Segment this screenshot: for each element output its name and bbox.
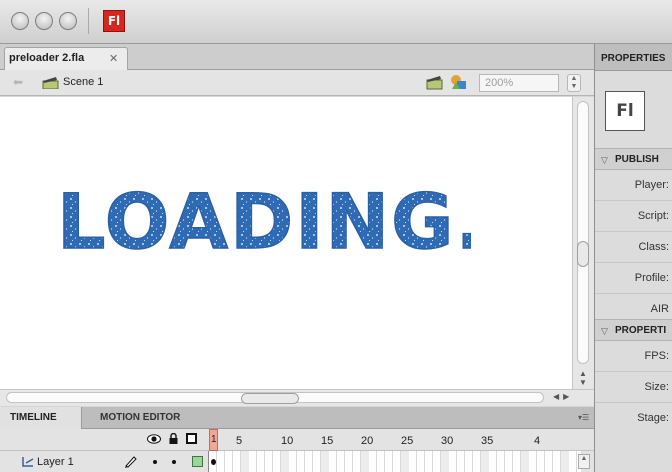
- zoom-window-button[interactable]: [59, 12, 77, 30]
- prop-label: AIR: [650, 303, 669, 315]
- frame-ruler[interactable]: 5 10 15 20 25 30 35 4: [208, 429, 594, 451]
- visibility-dot[interactable]: [153, 460, 157, 464]
- prop-label: Class:: [638, 241, 669, 253]
- section-publish-header[interactable]: ▽ PUBLISH: [595, 148, 672, 170]
- frame-cells[interactable]: [208, 451, 581, 472]
- document-tab-strip: preloader 2.fla ✕: [0, 44, 594, 70]
- frame-number: 35: [481, 435, 494, 447]
- frame-number: 4: [534, 435, 541, 447]
- properties-panel: PROPERTIES Fl ▽ PUBLISH Player: Script: …: [594, 44, 672, 472]
- horizontal-scroll-thumb[interactable]: [241, 393, 299, 404]
- prop-row: Class:: [595, 232, 672, 263]
- prop-row: Size:: [595, 372, 672, 403]
- scroll-down-icon[interactable]: ▼: [579, 378, 587, 387]
- back-arrow-icon[interactable]: ⬅: [13, 75, 23, 89]
- panel-title[interactable]: PROPERTIES: [601, 53, 665, 64]
- clapperboard-icon: [42, 77, 59, 89]
- eye-icon[interactable]: [147, 434, 161, 444]
- playhead[interactable]: 1: [209, 429, 218, 451]
- prop-row: Stage:: [595, 403, 672, 434]
- prop-label: Stage:: [637, 412, 669, 424]
- prop-label: Player:: [634, 179, 669, 191]
- prop-label: Size:: [644, 381, 669, 393]
- layer-name[interactable]: Layer 1: [37, 456, 74, 468]
- lock-icon[interactable]: [169, 433, 178, 444]
- prop-label: Profile:: [634, 272, 669, 284]
- scroll-up-icon[interactable]: ▲: [579, 369, 587, 378]
- document-thumbnail: Fl: [605, 91, 645, 131]
- collapse-triangle-icon[interactable]: ▽: [601, 155, 608, 166]
- close-window-button[interactable]: [11, 12, 29, 30]
- lock-dot[interactable]: [172, 460, 176, 464]
- frame-number: 10: [281, 435, 294, 447]
- layer-row[interactable]: Layer 1 ▲: [0, 451, 594, 472]
- timeline-tab-bar: TIMELINE MOTION EDITOR ▾☰: [0, 407, 594, 429]
- vertical-scroll-thumb[interactable]: [577, 241, 589, 267]
- frame-number: 15: [321, 435, 334, 447]
- layer-icon: [22, 457, 34, 467]
- frame-number: 30: [441, 435, 454, 447]
- prop-label: FPS:: [644, 350, 669, 362]
- document-tab-label: preloader 2.fla: [9, 52, 85, 64]
- vertical-scrollbar[interactable]: ▲ ▼: [572, 97, 594, 389]
- title-divider: [88, 8, 89, 34]
- close-tab-icon[interactable]: ✕: [109, 52, 118, 65]
- scene-label[interactable]: Scene 1: [63, 76, 103, 88]
- minimize-window-button[interactable]: [35, 12, 53, 30]
- prop-row: Script:: [595, 201, 672, 232]
- pencil-icon: [125, 456, 137, 468]
- outline-icon[interactable]: [186, 433, 197, 444]
- properties-tab-bar: PROPERTIES: [595, 44, 672, 71]
- timeline-scroll-up-icon[interactable]: ▲: [578, 454, 590, 469]
- horizontal-scroll-track[interactable]: [6, 392, 544, 404]
- panel-menu-icon[interactable]: ▾☰: [578, 413, 589, 422]
- edit-symbols-icon[interactable]: [450, 74, 467, 90]
- keyframe[interactable]: [211, 459, 216, 465]
- loading-artwork[interactable]: LOADING...: [51, 170, 471, 270]
- prop-label: Script:: [637, 210, 669, 222]
- document-tab[interactable]: preloader 2.fla ✕: [4, 47, 128, 70]
- tab-motion-editor[interactable]: MOTION EDITOR: [90, 407, 190, 429]
- section-title: PUBLISH: [615, 154, 659, 165]
- title-bar: Fl: [0, 0, 672, 44]
- edit-bar: ⬅ Scene 1 200% ▲ ▼: [0, 70, 594, 96]
- horizontal-scrollbar[interactable]: ◀▶: [0, 389, 594, 406]
- section-properties-header[interactable]: ▽ PROPERTI: [595, 319, 672, 341]
- prop-row: Profile:: [595, 263, 672, 294]
- frame-number: 25: [401, 435, 414, 447]
- section-title: PROPERTI: [615, 325, 667, 336]
- flash-logo-icon: Fl: [103, 10, 125, 32]
- edit-scene-icon[interactable]: [426, 75, 443, 90]
- vertical-scroll-track[interactable]: [577, 101, 589, 364]
- scroll-left-right-icon[interactable]: ◀▶: [553, 392, 573, 401]
- timeline-header: 5 10 15 20 25 30 35 4 1: [0, 429, 594, 451]
- zoom-input[interactable]: 200%: [479, 74, 559, 92]
- frame-number: 5: [236, 435, 243, 447]
- tab-timeline[interactable]: TIMELINE: [0, 407, 82, 429]
- layer-outline-color[interactable]: [192, 456, 203, 467]
- zoom-stepper[interactable]: ▲ ▼: [567, 74, 581, 92]
- loading-text: LOADING...: [57, 177, 471, 266]
- collapse-triangle-icon[interactable]: ▽: [601, 326, 608, 337]
- prop-row: Player:: [595, 170, 672, 201]
- prop-row: FPS:: [595, 341, 672, 372]
- stage-canvas[interactable]: LOADING...: [0, 97, 572, 389]
- frame-number: 20: [361, 435, 374, 447]
